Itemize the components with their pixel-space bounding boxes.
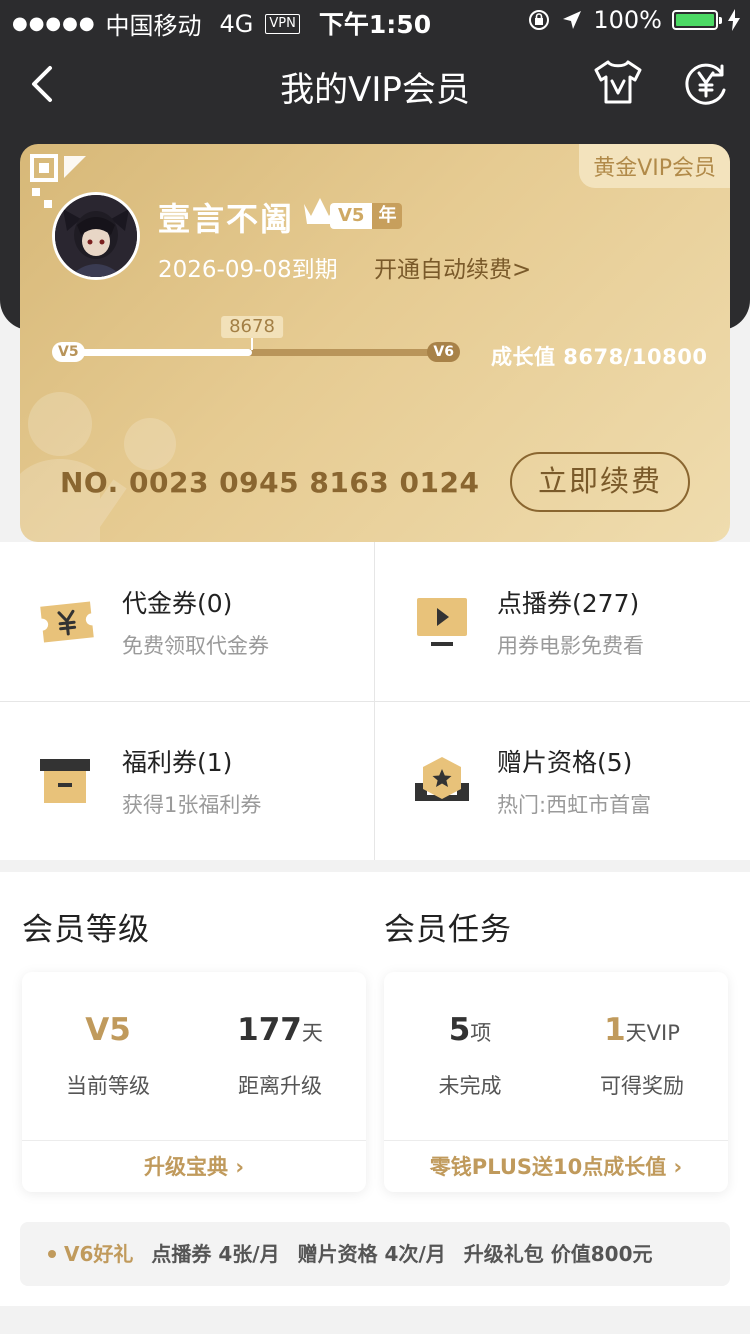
- benefit-welfare[interactable]: 福利券(1) 获得1张福利券: [0, 701, 375, 860]
- progress-start-level: V5: [52, 342, 85, 362]
- gift-item: 赠片资格 4次/月: [297, 1242, 446, 1266]
- username: 壹言不阖: [158, 200, 295, 238]
- task-promo-link[interactable]: 零钱PLUS送10点成长值 ›: [384, 1140, 728, 1192]
- benefit-title: 赠片资格(5): [497, 748, 633, 777]
- progress-marker: [251, 338, 253, 350]
- reward-value: 1: [604, 1012, 626, 1048]
- upgrade-guide-link[interactable]: 升级宝典 ›: [22, 1140, 366, 1192]
- vip-card[interactable]: 黄金VIP会员 壹言不阖 V5 年 2026-09-08到期 开通自动续费> V…: [20, 144, 730, 542]
- member-section: 会员等级 会员任务 V5 当前等级 177天 距离升级 升级宝典 › 5项 未完…: [0, 872, 750, 1306]
- tier-badge: 黄金VIP会员: [579, 144, 730, 188]
- nav-bar: 我的VIP会员: [0, 40, 750, 128]
- gift-item: 升级礼包 价值800元: [463, 1242, 653, 1266]
- benefit-title: 点播券(277): [497, 589, 640, 618]
- days-label: 距离升级: [238, 1074, 322, 1098]
- renew-button[interactable]: 立即续费: [510, 452, 690, 512]
- card-watermark-icon: [20, 392, 176, 542]
- star-badge-icon: [415, 757, 469, 801]
- growth-value: 成长值 8678/10800: [491, 345, 708, 369]
- member-task-card[interactable]: 5项 未完成 1天VIP 可得奖励 零钱PLUS送10点成长值 ›: [384, 972, 728, 1192]
- voucher-icon: [40, 601, 94, 643]
- progress-end-level: V6: [427, 342, 460, 362]
- v6-gift-label: V6好礼: [64, 1242, 134, 1266]
- task-reward: 1天VIP 可得奖励: [556, 1012, 728, 1100]
- level-suffix: 年: [372, 203, 403, 229]
- current-level: V5 当前等级: [22, 1012, 194, 1100]
- benefit-title: 代金券(0): [122, 589, 233, 618]
- pending-label: 未完成: [438, 1074, 502, 1098]
- battery-icon: [672, 10, 722, 30]
- avatar-image: [55, 195, 137, 277]
- bullet-dot: [48, 1249, 56, 1258]
- reward-label: 可得奖励: [600, 1074, 684, 1098]
- progress-bubble: 8678: [221, 316, 283, 338]
- benefit-gift-film[interactable]: 赠片资格(5) 热门:西虹市首富: [375, 701, 750, 860]
- auto-renew-link[interactable]: 开通自动续费>: [374, 250, 531, 284]
- current-level-value: V5: [85, 1012, 131, 1048]
- location-arrow-icon: [563, 11, 582, 29]
- benefit-subtitle: 用券电影免费看: [497, 634, 644, 658]
- member-task-title: 会员任务: [384, 912, 512, 948]
- benefit-subtitle: 免费领取代金券: [122, 634, 269, 658]
- expire-date: 2026-09-08到期: [158, 257, 338, 283]
- progress-fill: [62, 349, 252, 356]
- benefit-subtitle: 热门:西虹市首富: [497, 793, 652, 817]
- member-level-card[interactable]: V5 当前等级 177天 距离升级 升级宝典 ›: [22, 972, 366, 1192]
- benefits-grid: 代金券(0) 免费领取代金券 点播券(277) 用券电影免费看 福利券(1) 获…: [0, 542, 750, 860]
- card-number: NO. 0023 0945 8163 0124: [60, 466, 480, 499]
- gift-item: 点播券 4张/月: [151, 1242, 280, 1266]
- v6-gift-bar[interactable]: V6好礼 点播券 4张/月 赠片资格 4次/月 升级礼包 价值800元: [20, 1222, 730, 1286]
- growth-progress: V5 V6 8678: [52, 316, 470, 362]
- pending-unit: 项: [470, 1021, 492, 1045]
- status-bar: ●●●●● 中国移动 4G VPN 下午1:50 100%: [0, 0, 750, 40]
- benefit-video-ticket[interactable]: 点播券(277) 用券电影免费看: [375, 542, 750, 701]
- video-ticket-icon: [417, 598, 467, 646]
- benefit-subtitle: 获得1张福利券: [122, 793, 262, 817]
- days-to-upgrade: 177天 距离升级: [194, 1012, 366, 1100]
- gift-box-icon: [40, 759, 90, 803]
- benefit-voucher[interactable]: 代金券(0) 免费领取代金券: [0, 542, 375, 701]
- yen-refresh-icon[interactable]: [682, 60, 730, 108]
- avatar[interactable]: [52, 192, 140, 280]
- rotation-lock-icon: [529, 10, 550, 30]
- progress-track: [62, 349, 457, 356]
- charging-bolt-icon: [728, 9, 740, 31]
- reward-unit: 天VIP: [625, 1021, 680, 1045]
- level-value: V5: [330, 203, 373, 229]
- level-badge: V5 年: [330, 203, 403, 229]
- pending-value: 5: [448, 1012, 471, 1048]
- member-level-title: 会员等级: [22, 912, 150, 948]
- battery-percent: 100%: [593, 6, 662, 34]
- tshirt-icon[interactable]: [592, 58, 644, 106]
- days-value: 177: [237, 1012, 302, 1048]
- benefit-title: 福利券(1): [122, 748, 233, 777]
- current-level-label: 当前等级: [66, 1074, 150, 1098]
- days-unit: 天: [301, 1021, 323, 1045]
- pending-tasks: 5项 未完成: [384, 1012, 556, 1100]
